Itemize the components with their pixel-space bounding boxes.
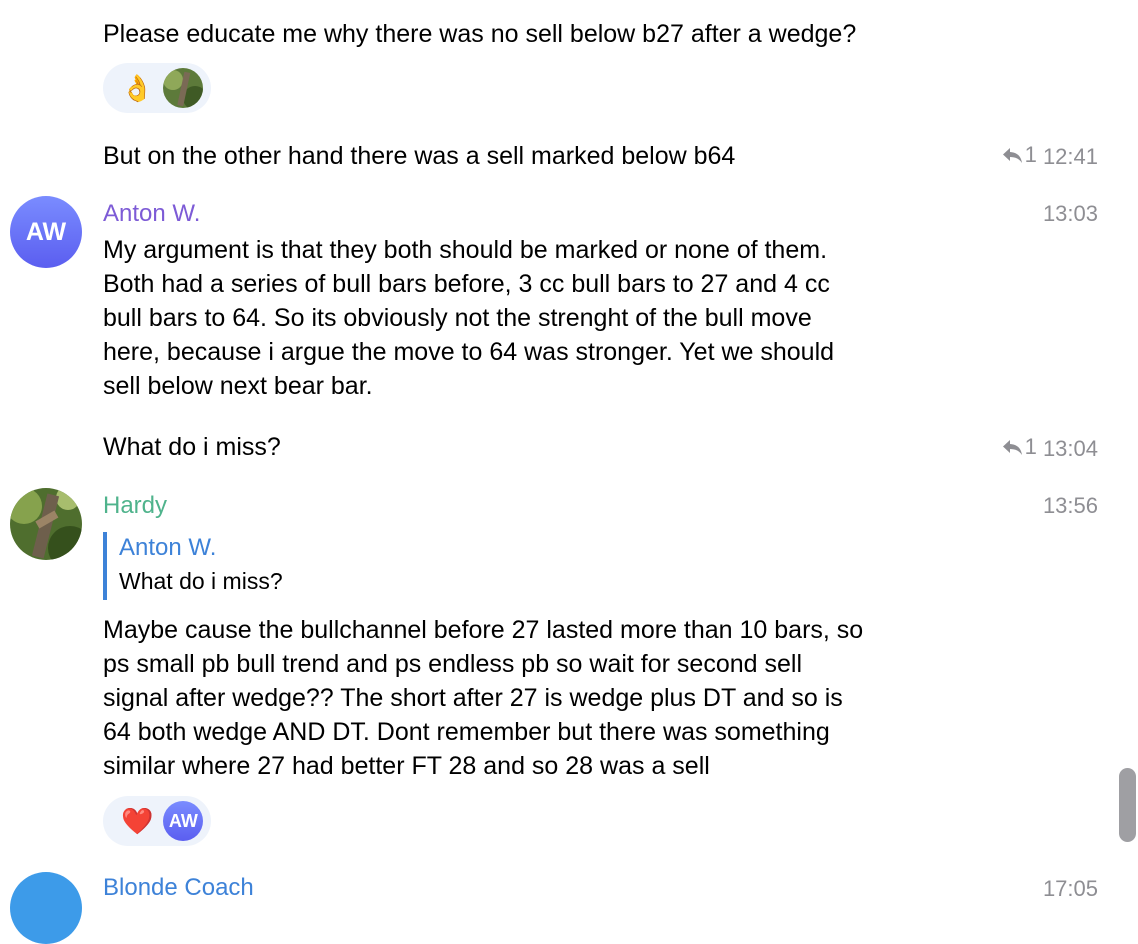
ok-hand-icon: 👌 — [121, 73, 154, 103]
timestamp: 12:41 — [1042, 144, 1098, 169]
reaction-pill-ok[interactable]: 👌 — [103, 63, 211, 113]
reply-quote-text: What do i miss? — [119, 568, 283, 594]
reply-quote[interactable]: Anton W. What do i miss? — [103, 532, 283, 600]
message-text: But on the other hand there was a sell m… — [103, 142, 736, 170]
timestamp: 17:05 — [1042, 876, 1098, 901]
message-text: Please educate me why there was no sell … — [103, 20, 857, 48]
sender-name-anton[interactable]: Anton W. — [103, 200, 200, 228]
reactor-avatar-hardy — [163, 68, 204, 108]
avatar-anton[interactable]: AW — [10, 196, 82, 268]
message-meta: 1 13:04 — [1001, 434, 1098, 462]
message-text: What do i miss? — [103, 433, 281, 461]
timestamp: 13:03 — [1042, 201, 1098, 226]
timestamp: 13:56 — [1042, 493, 1098, 518]
message-text: Maybe cause the bullchannel before 27 la… — [103, 616, 864, 780]
reply-quote-sender: Anton W. — [119, 534, 217, 561]
reply-count[interactable]: 1 — [1001, 142, 1037, 168]
reply-arrow-icon — [1002, 440, 1022, 455]
avatar-hardy[interactable] — [10, 488, 82, 560]
reaction-pill-heart[interactable]: ❤️ AW — [103, 796, 211, 846]
message-text: My argument is that they both should be … — [103, 236, 835, 400]
reactor-avatar-anton: AW — [163, 801, 204, 841]
sender-name-next[interactable]: Blonde Coach — [103, 874, 254, 902]
avatar-next[interactable] — [10, 872, 82, 944]
message-meta: 1 12:41 — [1001, 142, 1098, 170]
reply-arrow-icon — [1002, 148, 1022, 163]
sender-name-hardy[interactable]: Hardy — [103, 492, 167, 520]
timestamp: 13:04 — [1042, 436, 1098, 461]
scrollbar-thumb[interactable] — [1119, 768, 1136, 842]
reply-count[interactable]: 1 — [1001, 434, 1037, 460]
heart-icon: ❤️ — [121, 806, 154, 836]
